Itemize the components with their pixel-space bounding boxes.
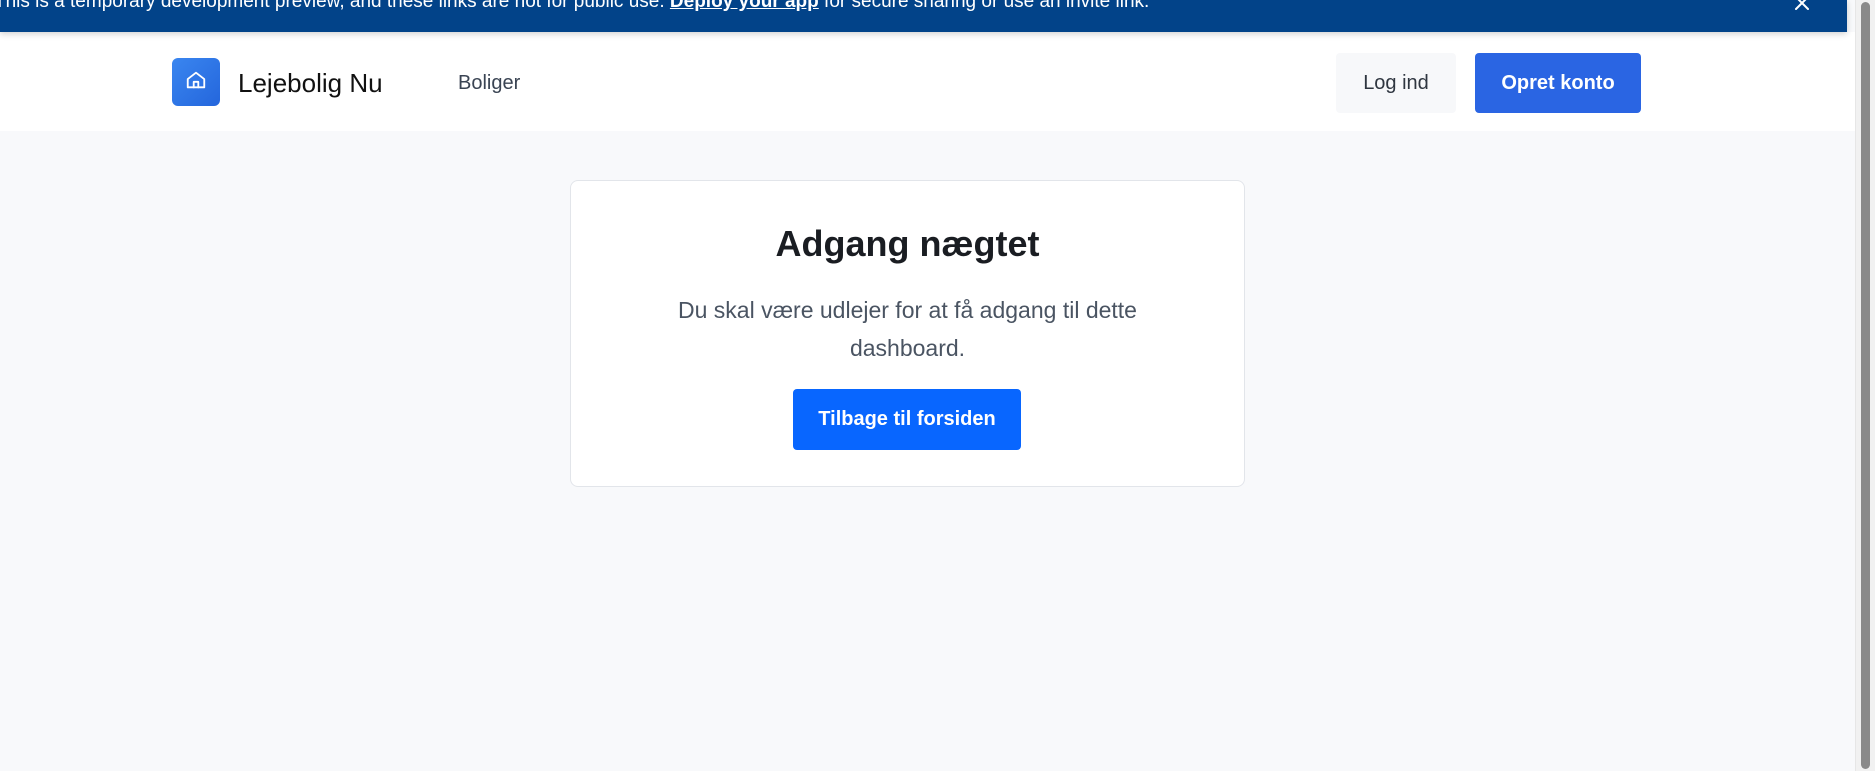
banner-text-before: This is a temporary development preview,… [0, 0, 670, 12]
login-button[interactable]: Log ind [1336, 53, 1456, 113]
page: This is a temporary development preview,… [0, 0, 1855, 771]
home-icon [185, 69, 207, 96]
brand-name[interactable]: Lejebolig Nu [238, 68, 383, 99]
banner-message: This is a temporary development preview,… [0, 0, 1149, 11]
site-header: Lejebolig Nu Boliger Log ind Opret konto [0, 32, 1855, 131]
signup-button[interactable]: Opret konto [1475, 53, 1641, 113]
scrollbar-thumb[interactable] [1861, 2, 1870, 769]
deploy-app-link[interactable]: Deploy your app [670, 0, 819, 12]
back-to-home-button[interactable]: Tilbage til forsiden [793, 389, 1021, 450]
nav-link-boliger[interactable]: Boliger [458, 72, 520, 95]
logo[interactable] [172, 58, 220, 106]
card-title: Adgang nægtet [775, 223, 1040, 264]
access-denied-card: Adgang nægtet Du skal være udlejer for a… [570, 180, 1245, 487]
dev-preview-banner: This is a temporary development preview,… [0, 0, 1847, 32]
card-message-line2: dashboard. [849, 335, 966, 361]
card-message-line1: Du skal være udlejer for at få adgang ti… [678, 297, 1137, 323]
close-icon[interactable] [1791, 0, 1813, 14]
banner-text-after: for secure sharing or use an invite link… [818, 0, 1150, 12]
page-scrollbar[interactable] [1855, 0, 1875, 771]
card-message: Du skal være udlejer for at få adgang ti… [571, 291, 1244, 367]
